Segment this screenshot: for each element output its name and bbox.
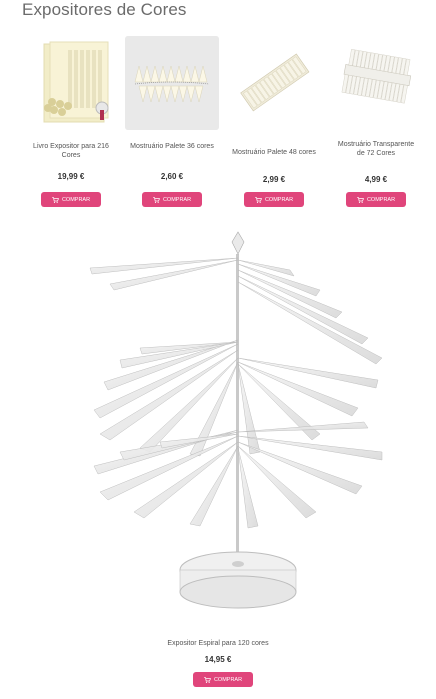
product-card: Mostruário Transparente de 72 Cores 4,99… <box>328 36 424 207</box>
cart-icon <box>255 196 262 203</box>
buy-button[interactable]: COMPRAR <box>193 672 253 687</box>
product-card: Livro Expositor para 216 Cores 19,99 € C… <box>23 36 119 207</box>
product-name[interactable]: Mostruário Palete 48 cores <box>226 148 322 157</box>
cart-icon <box>357 196 364 203</box>
product-image-palette-36[interactable] <box>125 36 219 130</box>
product-price: 2,60 € <box>160 172 184 181</box>
product-price: 14,95 € <box>204 655 232 664</box>
page-title: Expositores de Cores <box>22 0 187 19</box>
buy-button[interactable]: COMPRAR <box>346 192 406 207</box>
product-image-palette-48[interactable] <box>227 36 321 130</box>
buy-button[interactable]: COMPRAR <box>244 192 304 207</box>
product-price: 2,99 € <box>262 175 286 184</box>
product-card: Mostruário Palete 36 cores 2,60 € COMPRA… <box>124 36 220 207</box>
buy-button[interactable]: COMPRAR <box>142 192 202 207</box>
buy-button-label: COMPRAR <box>366 196 396 203</box>
product-image-transparent-72[interactable] <box>329 36 423 130</box>
product-image-book-display[interactable] <box>24 36 118 130</box>
product-name[interactable]: Mostruário Transparente de 72 Cores <box>328 140 424 158</box>
buy-button-label: COMPRAR <box>213 676 243 683</box>
product-name[interactable]: Livro Expositor para 216 Cores <box>23 142 119 160</box>
product-name[interactable]: Expositor Espiral para 120 cores <box>0 640 436 647</box>
product-image-spiral-display[interactable] <box>80 230 390 612</box>
cart-icon <box>204 676 211 683</box>
buy-button-label: COMPRAR <box>162 196 192 203</box>
cart-icon <box>153 196 160 203</box>
product-price: 19,99 € <box>57 172 85 181</box>
product-name[interactable]: Mostruário Palete 36 cores <box>124 142 220 151</box>
buy-button-label: COMPRAR <box>61 196 91 203</box>
buy-button-label: COMPRAR <box>264 196 294 203</box>
buy-button[interactable]: COMPRAR <box>41 192 101 207</box>
product-card: Mostruário Palete 48 cores 2,99 € COMPRA… <box>226 36 322 207</box>
cart-icon <box>52 196 59 203</box>
product-price: 4,99 € <box>364 175 388 184</box>
